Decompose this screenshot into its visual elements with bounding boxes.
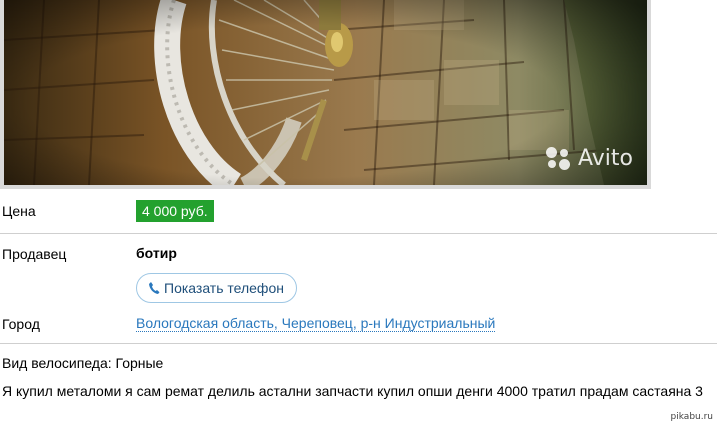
avito-dots-icon: [546, 145, 572, 171]
photo-frame: Avito: [0, 0, 651, 189]
avito-watermark: Avito: [546, 145, 633, 171]
show-phone-label: Показать телефон: [164, 280, 284, 296]
seller-name: ботир: [136, 245, 177, 261]
city-link[interactable]: Вологодская область, Череповец, р-н Инду…: [136, 315, 496, 332]
bike-type: Вид велосипеда: Горные: [2, 355, 164, 371]
divider-city: [0, 343, 717, 344]
description-text: Я купил металоми я сам ремат делиль аста…: [2, 383, 703, 399]
price-badge: 4 000 руб.: [136, 200, 214, 222]
seller-label: Продавец: [2, 246, 67, 262]
avito-watermark-text: Avito: [578, 145, 633, 171]
pikabu-watermark: pikabu.ru: [670, 412, 713, 422]
listing-photo[interactable]: Avito: [4, 0, 647, 185]
show-phone-button[interactable]: Показать телефон: [136, 273, 297, 303]
price-label: Цена: [2, 203, 36, 219]
phone-icon: [148, 281, 160, 295]
city-label: Город: [2, 316, 40, 332]
divider-price: [0, 233, 717, 234]
listing-page: Avito Цена 4 000 руб. Продавец ботир Пок…: [0, 0, 717, 426]
